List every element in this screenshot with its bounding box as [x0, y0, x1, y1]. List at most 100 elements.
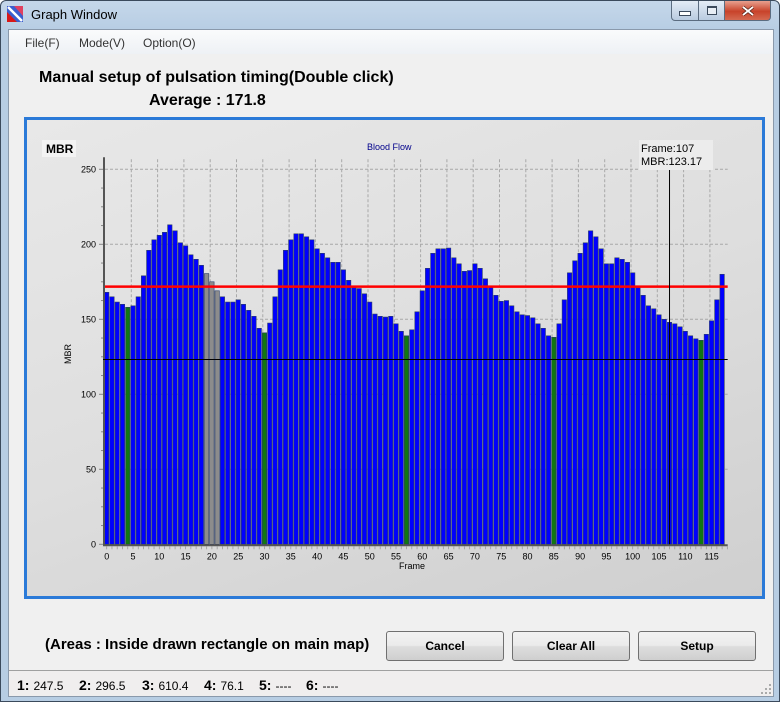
bar-pulse-marker	[551, 337, 557, 545]
y-tick-label: 100	[81, 389, 96, 399]
bar	[603, 263, 609, 545]
x-tick-label: 65	[444, 551, 454, 561]
x-tick-label: 90	[575, 551, 585, 561]
bar	[624, 262, 630, 545]
x-tick-label: 45	[338, 551, 348, 561]
setup-button[interactable]: Setup	[638, 631, 756, 661]
bar	[635, 287, 641, 545]
bar	[619, 259, 625, 545]
bar	[351, 287, 357, 545]
bar	[188, 254, 194, 545]
bar	[546, 335, 552, 545]
cancel-button[interactable]: Cancel	[386, 631, 504, 661]
bar-pulse-marker	[125, 307, 131, 545]
bar	[109, 296, 115, 545]
x-tick-label: 15	[181, 551, 191, 561]
bar	[409, 329, 415, 545]
chart-title: Blood Flow	[367, 142, 412, 152]
x-tick-label: 20	[207, 551, 217, 561]
bar	[509, 305, 515, 545]
x-tick-label: 40	[312, 551, 322, 561]
y-tick-label: 200	[81, 239, 96, 249]
bar	[230, 301, 236, 545]
y-tick-label: 0	[91, 539, 96, 549]
bar	[514, 311, 520, 545]
title-bar[interactable]: Graph Window	[1, 1, 779, 29]
bar	[277, 269, 283, 545]
bar	[330, 262, 336, 545]
bar	[656, 314, 662, 545]
bar	[577, 253, 583, 545]
bar	[240, 304, 246, 545]
y-tick-label: 250	[81, 164, 96, 174]
status-item-4: 4: 76.1	[204, 677, 244, 693]
graph-window: Graph Window File(F) Mode(V) Option(O) M…	[0, 0, 780, 702]
bar	[119, 304, 125, 545]
bar	[630, 272, 636, 545]
x-tick-label: 35	[286, 551, 296, 561]
blood-flow-chart[interactable]: MBR Blood Flow 0 50 100 150 200 250 0 5 10 15 20 25…	[27, 120, 762, 596]
bar	[167, 224, 173, 545]
bar	[393, 323, 399, 545]
bar-selected	[204, 273, 210, 545]
bar	[598, 248, 604, 545]
cursor-mbr-readout: MBR:123.17	[641, 156, 702, 168]
x-tick-label: 55	[391, 551, 401, 561]
bar	[346, 280, 352, 545]
clear-all-button[interactable]: Clear All	[512, 631, 630, 661]
status-item-1: 1: 247.5	[17, 677, 64, 693]
bar	[524, 315, 530, 545]
bar	[135, 296, 141, 545]
bar	[488, 286, 494, 545]
bar	[430, 253, 436, 545]
bars	[104, 224, 725, 545]
bar	[503, 300, 509, 545]
minimize-button[interactable]	[671, 1, 699, 21]
status-item-6: 6: ----	[306, 677, 339, 693]
minimize-icon	[679, 11, 691, 16]
bar	[588, 230, 594, 545]
status-bar: 1: 247.5 2: 296.5 3: 610.4 4: 76.1 5: ---- 6:…	[9, 671, 773, 696]
x-tick-label: 50	[365, 551, 375, 561]
bar	[372, 313, 378, 545]
bar	[304, 236, 310, 545]
bar	[482, 278, 488, 545]
caption-buttons	[671, 1, 771, 21]
bar	[177, 242, 183, 545]
resize-grip-icon[interactable]	[761, 684, 771, 694]
bar	[640, 295, 646, 545]
bar-pulse-marker	[262, 332, 268, 545]
bar	[361, 293, 367, 545]
bar	[446, 247, 452, 545]
x-tick-label: 105	[651, 551, 666, 561]
chart-panel[interactable]: MBR Blood Flow 0 50 100 150 200 250 0 5 10 15 20 25…	[24, 117, 765, 599]
status-item-5: 5: ----	[259, 677, 292, 693]
bar	[298, 233, 304, 545]
x-tick-label: 100	[625, 551, 640, 561]
bar	[267, 322, 273, 545]
menu-option[interactable]: Option(O)	[143, 36, 196, 50]
app-icon	[7, 6, 23, 22]
bar	[425, 268, 431, 545]
bar	[572, 260, 578, 545]
bar	[104, 292, 110, 545]
bar	[593, 236, 599, 545]
bar	[183, 245, 189, 545]
bar-pulse-marker	[404, 335, 410, 545]
bar	[456, 263, 462, 545]
bar	[519, 314, 525, 545]
x-tick-label: 85	[549, 551, 559, 561]
bar-selected	[209, 281, 215, 545]
menu-file[interactable]: File(F)	[25, 36, 60, 50]
bar	[567, 272, 573, 545]
x-tick-label: 5	[130, 551, 135, 561]
menu-mode[interactable]: Mode(V)	[79, 36, 125, 50]
bar	[219, 296, 225, 545]
maximize-button[interactable]	[699, 1, 725, 21]
close-icon	[741, 5, 754, 16]
bar	[398, 331, 404, 545]
menu-bar: File(F) Mode(V) Option(O)	[9, 30, 773, 54]
bar	[461, 271, 467, 545]
y-axis-label: MBR	[63, 344, 73, 365]
close-button[interactable]	[725, 1, 771, 21]
